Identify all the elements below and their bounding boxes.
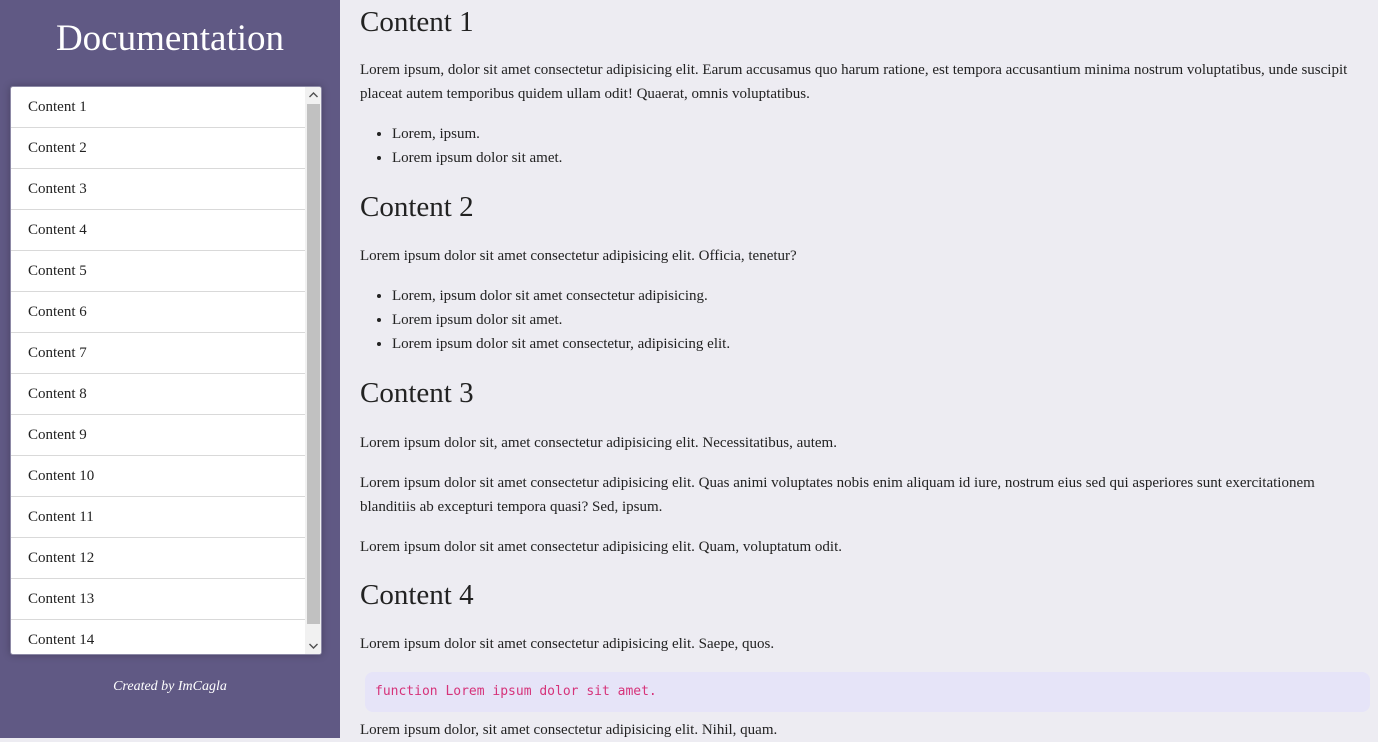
nav-item-content-3[interactable]: Content 3 (11, 169, 305, 210)
nav-item-content-11[interactable]: Content 11 (11, 497, 305, 538)
list-item: Lorem, ipsum. (392, 122, 1370, 146)
nav-item-content-7[interactable]: Content 7 (11, 333, 305, 374)
nav-item-content-13[interactable]: Content 13 (11, 579, 305, 620)
nav-item-content-4[interactable]: Content 4 (11, 210, 305, 251)
nav-scrollbar[interactable] (305, 87, 321, 654)
nav-list: Content 1 Content 2 Content 3 Content 4 … (11, 87, 305, 654)
paragraph: Lorem ipsum dolor sit, amet consectetur … (360, 435, 837, 451)
nav-item-content-5[interactable]: Content 5 (11, 251, 305, 292)
sidebar-title: Documentation (55, 18, 285, 59)
list-item: Lorem ipsum dolor sit amet. (392, 308, 1370, 332)
paragraph: Lorem ipsum dolor sit amet consectetur a… (360, 539, 842, 555)
scrollbar-thumb[interactable] (307, 104, 320, 624)
nav-item-content-8[interactable]: Content 8 (11, 374, 305, 415)
nav-item-content-2[interactable]: Content 2 (11, 128, 305, 169)
section-title: Content 1 (360, 6, 474, 38)
bullet-list: Lorem, ipsum. Lorem ipsum dolor sit amet… (360, 122, 1370, 170)
nav-item-content-1[interactable]: Content 1 (11, 87, 305, 128)
main-content: Content 1 Lorem ipsum, dolor sit amet co… (360, 0, 1370, 742)
nav-list-container: Content 1 Content 2 Content 3 Content 4 … (10, 86, 322, 655)
paragraph: Lorem ipsum dolor sit amet consectetur a… (360, 248, 797, 264)
section-title: Content 2 (360, 191, 474, 223)
list-item: Lorem ipsum dolor sit amet consectetur, … (392, 332, 1370, 356)
bullet-list: Lorem, ipsum dolor sit amet consectetur … (360, 284, 1370, 356)
section-title: Content 4 (360, 579, 474, 611)
paragraph: Lorem ipsum dolor, sit amet consectetur … (360, 722, 778, 738)
list-item: Lorem ipsum dolor sit amet. (392, 146, 1370, 170)
nav-item-content-10[interactable]: Content 10 (11, 456, 305, 497)
scroll-down-arrow-icon[interactable] (305, 638, 321, 654)
scroll-up-arrow-icon[interactable] (305, 87, 321, 103)
code-block: function Lorem ipsum dolor sit amet. (365, 672, 1370, 712)
section-title: Content 3 (360, 377, 474, 409)
credit-text: Created by ImCagla (113, 679, 227, 694)
nav-item-content-9[interactable]: Content 9 (11, 415, 305, 456)
nav-item-content-6[interactable]: Content 6 (11, 292, 305, 333)
list-item: Lorem, ipsum dolor sit amet consectetur … (392, 284, 1370, 308)
paragraph: Lorem ipsum, dolor sit amet consectetur … (360, 62, 1348, 102)
paragraph: Lorem ipsum dolor sit amet consectetur a… (360, 636, 775, 652)
nav-item-content-14[interactable]: Content 14 (11, 620, 305, 654)
paragraph: Lorem ipsum dolor sit amet consectetur a… (360, 475, 1315, 515)
sidebar: Documentation Content 1 Content 2 Conten… (0, 0, 340, 738)
nav-item-content-12[interactable]: Content 12 (11, 538, 305, 579)
